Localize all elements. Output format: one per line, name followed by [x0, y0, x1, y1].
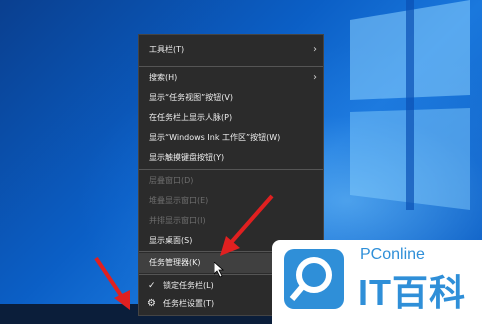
menu-item-windows-ink[interactable]: 显示“Windows Ink 工作区”按钮(W) [139, 128, 323, 148]
chevron-right-icon: › [313, 72, 317, 83]
menu-item-label: 任务管理器(K) [149, 258, 201, 267]
menu-separator [139, 169, 323, 170]
menu-item-stack: 堆叠显示窗口(E) [139, 191, 323, 211]
menu-item-label: 显示“任务视图”按钮(V) [149, 93, 234, 102]
checkmark-icon: ✓ [148, 281, 156, 291]
watermark-brand-main: IT百科 [358, 272, 466, 313]
menu-item-label: 显示“Windows Ink 工作区”按钮(W) [149, 133, 281, 142]
menu-item-label: 显示触摸键盘按钮(Y) [149, 153, 225, 162]
menu-item-label: 工具栏(T) [149, 45, 185, 54]
menu-item-side-by-side: 并排显示窗口(I) [139, 211, 323, 231]
menu-item-label: 层叠窗口(D) [149, 176, 194, 185]
windows-logo [350, 0, 470, 210]
menu-item-people[interactable]: 在任务栏上显示人脉(P) [139, 108, 323, 128]
menu-item-search[interactable]: 搜索(H) › [139, 68, 323, 88]
menu-item-label: 并排显示窗口(I) [149, 216, 206, 225]
watermark-brand-top: PConline [360, 246, 425, 263]
menu-separator [139, 66, 323, 67]
menu-item-touch-keyboard[interactable]: 显示触摸键盘按钮(Y) [139, 148, 323, 168]
menu-item-toolbars[interactable]: 工具栏(T) › [139, 40, 323, 60]
chevron-right-icon: › [313, 44, 317, 55]
menu-item-label: 显示桌面(S) [149, 236, 193, 245]
menu-item-label: 任务栏设置(T) [163, 299, 215, 308]
pconline-logo-icon [284, 249, 344, 309]
mouse-cursor-icon [214, 262, 225, 278]
menu-item-label: 搜索(H) [149, 73, 178, 82]
menu-item-task-view[interactable]: 显示“任务视图”按钮(V) [139, 88, 323, 108]
menu-item-label: 在任务栏上显示人脉(P) [149, 113, 233, 122]
gear-icon: ⚙ [147, 298, 156, 309]
menu-item-label: 堆叠显示窗口(E) [149, 196, 209, 205]
menu-item-cascade: 层叠窗口(D) [139, 171, 323, 191]
menu-item-label: 锁定任务栏(L) [163, 281, 214, 290]
